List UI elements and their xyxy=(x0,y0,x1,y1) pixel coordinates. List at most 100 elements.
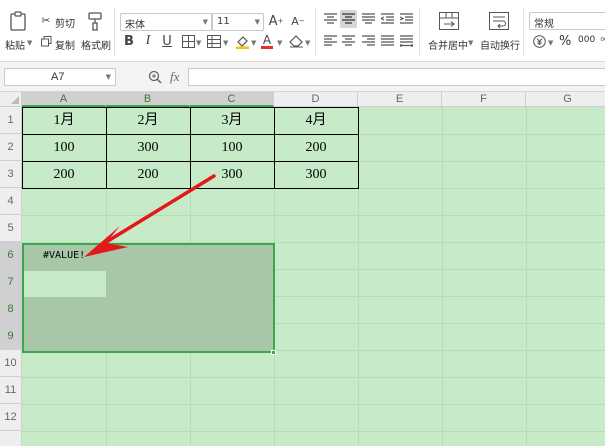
merge-center-icon[interactable] xyxy=(438,10,460,32)
row-header-3[interactable]: 3 xyxy=(0,161,22,188)
column-header-b[interactable]: B xyxy=(106,92,190,107)
copy-button-label[interactable]: 复制 xyxy=(55,37,75,52)
column-header-g[interactable]: G xyxy=(526,92,605,107)
column-header-c[interactable]: C xyxy=(190,92,274,107)
number-format-select[interactable]: 常规 xyxy=(529,12,605,30)
chevron-down-icon[interactable]: ▼ xyxy=(223,39,228,47)
chevron-down-icon[interactable]: ▼ xyxy=(196,39,201,47)
cell-d1[interactable]: 4月 xyxy=(274,108,358,134)
row-header-1[interactable]: 1 xyxy=(0,107,22,134)
ribbon-separator xyxy=(419,8,420,56)
borders-icon[interactable] xyxy=(180,34,196,48)
row-header-6[interactable]: 6 xyxy=(0,242,22,269)
merge-center-label[interactable]: 合并居中 xyxy=(428,37,468,52)
align-middle-icon[interactable] xyxy=(340,10,357,28)
underline-button[interactable]: U xyxy=(160,33,174,49)
chevron-down-icon[interactable]: ▼ xyxy=(305,39,310,47)
justify-icon[interactable] xyxy=(379,33,395,49)
row-header-7[interactable]: 7 xyxy=(0,269,22,296)
font-color-icon[interactable]: A xyxy=(260,33,274,49)
number-format-value: 常规 xyxy=(534,19,554,30)
font-size-value: 11 xyxy=(217,16,230,27)
wrap-text-icon[interactable] xyxy=(488,10,510,32)
thousands-button[interactable]: 000 xyxy=(578,35,595,45)
cell-b3[interactable]: 200 xyxy=(106,162,190,188)
font-size-select[interactable]: 11 ▼ xyxy=(212,13,264,31)
select-all-corner[interactable] xyxy=(0,92,22,107)
indent-decrease-icon[interactable] xyxy=(379,11,395,27)
row-header-10[interactable]: 10 xyxy=(0,350,22,377)
cell-b1[interactable]: 2月 xyxy=(106,108,190,134)
font-name-select[interactable]: 宋体 ▼ xyxy=(120,13,212,31)
column-header-e[interactable]: E xyxy=(358,92,442,107)
align-left-icon[interactable] xyxy=(322,33,338,49)
chevron-down-icon[interactable]: ▼ xyxy=(468,39,473,47)
cell-c1[interactable]: 3月 xyxy=(190,108,274,134)
align-center-icon[interactable] xyxy=(340,33,356,49)
format-painter-label[interactable]: 格式刷 xyxy=(81,37,111,52)
gridline xyxy=(526,107,527,446)
cell-a2[interactable]: 100 xyxy=(22,135,106,161)
cell-a1[interactable]: 1月 xyxy=(22,108,106,134)
row-header-9[interactable]: 9 xyxy=(0,323,22,350)
formula-bar: A7 ▼ fx xyxy=(0,62,605,92)
row-header-12[interactable]: 12 xyxy=(0,404,22,431)
name-box-value: A7 xyxy=(51,71,65,83)
cell-b2[interactable]: 300 xyxy=(106,135,190,161)
percent-button[interactable]: % xyxy=(559,34,571,49)
row-header-8[interactable]: 8 xyxy=(0,296,22,323)
cell-d2[interactable]: 200 xyxy=(274,135,358,161)
paste-dropdown-icon[interactable]: ▼ xyxy=(27,39,32,47)
active-cell-a7[interactable] xyxy=(24,271,106,297)
fx-icon[interactable]: fx xyxy=(170,69,179,85)
align-top-icon[interactable] xyxy=(322,11,338,27)
cell-a3[interactable]: 200 xyxy=(22,162,106,188)
eraser-icon[interactable] xyxy=(288,34,304,48)
bold-button[interactable]: B xyxy=(122,33,136,49)
gridline xyxy=(22,377,605,378)
chevron-down-icon: ▼ xyxy=(202,18,208,26)
format-painter-icon[interactable] xyxy=(85,10,105,32)
cell-c3[interactable]: 300 xyxy=(190,162,274,188)
row-header-13[interactable] xyxy=(0,431,22,446)
italic-button[interactable]: I xyxy=(141,33,155,49)
cut-button-label[interactable]: 剪切 xyxy=(55,15,75,30)
copy-icon[interactable] xyxy=(40,35,52,47)
gridline xyxy=(22,404,605,405)
decimal-icon[interactable]: ⁰⁰ xyxy=(598,34,605,49)
fill-handle[interactable] xyxy=(271,350,276,355)
column-header-f[interactable]: F xyxy=(442,92,526,107)
formula-input[interactable] xyxy=(188,68,605,86)
align-bottom-icon[interactable] xyxy=(360,11,376,27)
zoom-icon[interactable] xyxy=(147,69,163,85)
wrap-text-label[interactable]: 自动换行 xyxy=(480,37,520,52)
chevron-down-icon[interactable]: ▼ xyxy=(251,39,256,47)
paste-button-label[interactable]: 粘贴 xyxy=(5,37,25,52)
indent-increase-icon[interactable] xyxy=(398,11,414,27)
row-header-2[interactable]: 2 xyxy=(0,134,22,161)
scissors-icon[interactable]: ✂ xyxy=(40,14,52,27)
font-color-glyph: A xyxy=(262,32,272,47)
paste-icon[interactable] xyxy=(8,10,28,32)
column-header-d[interactable]: D xyxy=(274,92,358,107)
chevron-down-icon[interactable]: ▼ xyxy=(277,39,282,47)
column-header-a[interactable]: A xyxy=(22,92,106,107)
cell-d3[interactable]: 300 xyxy=(274,162,358,188)
currency-icon[interactable] xyxy=(532,34,547,49)
chevron-down-icon[interactable]: ▼ xyxy=(548,39,553,47)
name-box[interactable]: A7 ▼ xyxy=(4,68,116,86)
decrease-font-icon[interactable]: A − xyxy=(290,13,306,29)
row-header-5[interactable]: 5 xyxy=(0,215,22,242)
ribbon-separator xyxy=(523,8,524,56)
ribbon-toolbar: 粘贴 ▼ ✂ 剪切 复制 格式刷 宋体 ▼ 11 ▼ A + A − B I U ▼… xyxy=(0,0,605,62)
cell-c2[interactable]: 100 xyxy=(190,135,274,161)
distributed-align-icon[interactable] xyxy=(398,33,414,49)
increase-font-icon[interactable]: A + xyxy=(268,13,284,29)
cell-a6-error[interactable]: #VALUE! xyxy=(43,250,85,261)
fill-color-icon[interactable] xyxy=(234,33,250,49)
worksheet-grid[interactable]: A B C D E F G 1 2 3 4 5 6 7 8 9 10 11 12… xyxy=(0,92,605,446)
row-header-11[interactable]: 11 xyxy=(0,377,22,404)
cell-style-icon[interactable] xyxy=(206,34,222,48)
align-right-icon[interactable] xyxy=(360,33,376,49)
row-header-4[interactable]: 4 xyxy=(0,188,22,215)
